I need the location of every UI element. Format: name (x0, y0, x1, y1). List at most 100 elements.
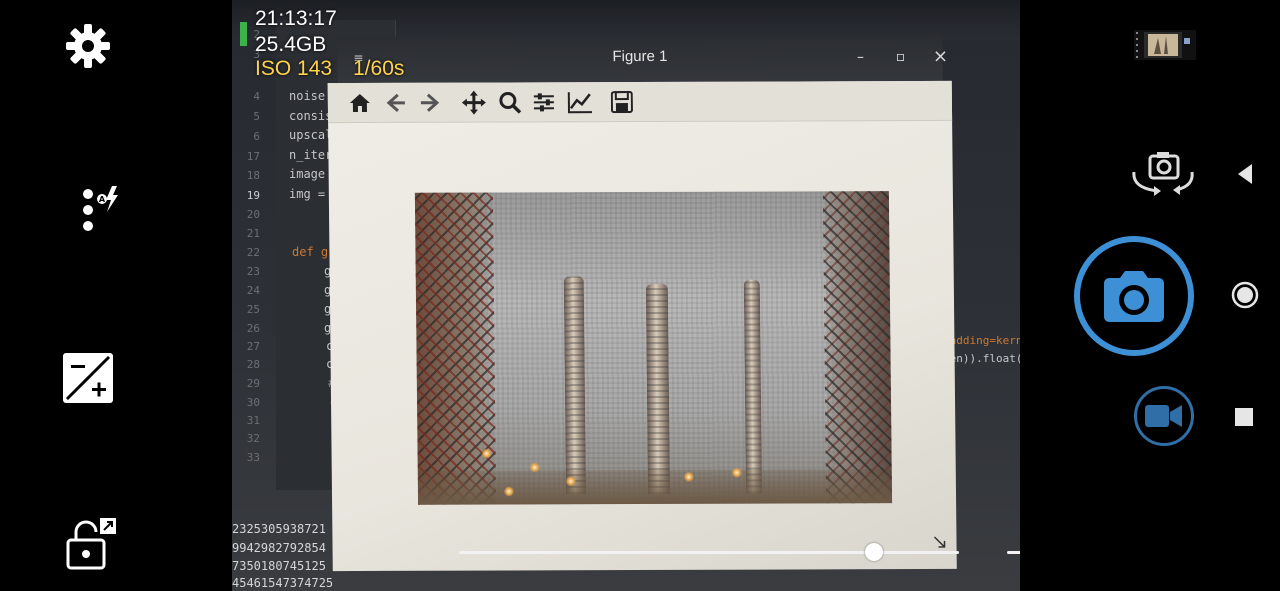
code-line: img = (289, 187, 326, 201)
image-ground (417, 469, 893, 505)
nav-home-button[interactable] (1230, 280, 1260, 310)
line-number: 24 (246, 284, 260, 297)
image-highlight (503, 486, 515, 497)
lock-exposure-icon (66, 518, 116, 570)
configure-subplots-button[interactable] (530, 88, 558, 116)
gallery-button[interactable] (1134, 28, 1196, 62)
camera-viewfinder: 2 3 4 5 6 17 18 19 20 21 22 23 24 25 26 … (232, 0, 1020, 591)
figure-toolbar (327, 80, 953, 124)
clock-time: 21:13:17 (255, 7, 337, 30)
exposure-lock-button[interactable] (64, 516, 118, 572)
shutter-speed-readout: 1/60s (353, 57, 405, 80)
flash-auto-icon: A (83, 186, 118, 231)
nav-back-button[interactable] (1234, 162, 1256, 186)
console-line: 45461547374725 (232, 576, 334, 590)
zoom-slider-track[interactable] (459, 551, 959, 554)
line-number: 26 (246, 322, 260, 335)
iso-readout: ISO 143 (255, 57, 333, 80)
line-number: 6 (253, 130, 260, 143)
line-number: 19 (246, 189, 260, 202)
image-highlight (683, 471, 694, 482)
home-icon (349, 93, 370, 113)
figure-titlebar: ≡ Figure 1 – ▫ × (337, 34, 948, 84)
zoom-slider-knob[interactable] (865, 543, 883, 561)
console-line: 2325305938721 (232, 522, 326, 536)
maximize-button[interactable]: ▫ (890, 47, 910, 67)
back-button[interactable] (382, 89, 410, 117)
line-number: 5 (253, 110, 260, 123)
figure-canvas (327, 80, 957, 572)
image-column (563, 276, 586, 495)
figure-window: ≡ Figure 1 – ▫ × (327, 34, 957, 572)
storage-level-bar (240, 22, 247, 46)
console-line: 7350180745125 (232, 559, 326, 573)
minimize-button[interactable]: – (850, 47, 870, 67)
line-number: 23 (246, 265, 260, 278)
line-number: 32 (246, 432, 260, 445)
exposure-button[interactable] (62, 352, 114, 404)
console-line: 9942982792854 (232, 541, 326, 555)
gallery-thumbnail-icon (1134, 30, 1196, 60)
line-number: 20 (246, 208, 260, 221)
line-number: 28 (246, 358, 260, 371)
plotted-image (414, 191, 893, 505)
left-control-bar: A (0, 0, 232, 591)
line-number: 21 (246, 227, 260, 240)
camera-shutter-icon (1093, 255, 1175, 337)
gear-icon (66, 24, 110, 68)
line-number: 17 (246, 150, 260, 163)
line-number: 33 (246, 451, 260, 464)
edit-axes-button[interactable] (566, 88, 594, 116)
floppy-disk-icon (610, 91, 633, 114)
code-fragment-text: padding=kern (943, 334, 1020, 347)
line-number: 25 (246, 303, 260, 316)
switch-camera-icon (1132, 152, 1194, 196)
switch-camera-button[interactable] (1128, 148, 1198, 200)
code-line: n_iter (289, 148, 333, 162)
shutter-button[interactable] (1074, 236, 1194, 356)
image-column (743, 279, 763, 494)
nav-recent-button[interactable] (1235, 408, 1253, 426)
line-number: 22 (246, 246, 260, 259)
close-button[interactable]: × (930, 46, 950, 67)
image-highlight (529, 462, 540, 473)
line-number: 29 (246, 377, 260, 390)
line-number: 18 (246, 169, 260, 182)
video-record-icon (1145, 405, 1182, 427)
arrow-right-icon (420, 93, 440, 112)
code-line: upscal (289, 128, 333, 142)
image-tower-right (822, 191, 893, 504)
exposure-plus-minus-icon (63, 353, 113, 403)
settings-button[interactable] (62, 20, 114, 72)
resize-grip-icon[interactable] (932, 535, 946, 549)
code-line: consis (289, 109, 333, 123)
zoom-button[interactable] (496, 88, 524, 116)
line-number: 31 (246, 414, 260, 427)
right-control-bar (1020, 0, 1280, 591)
nav-home-icon (1231, 281, 1259, 309)
magnifier-icon (499, 91, 522, 114)
line-number: 4 (253, 90, 260, 103)
line-number: 30 (246, 396, 260, 409)
image-highlight (481, 448, 492, 459)
home-button[interactable] (346, 89, 374, 117)
line-chart-icon (567, 92, 593, 114)
flash-mode-button[interactable]: A (76, 182, 124, 238)
sliders-icon (533, 93, 554, 112)
video-record-button[interactable] (1134, 386, 1194, 446)
code-line: noise (289, 89, 326, 103)
move-icon (461, 90, 486, 115)
image-column (645, 283, 671, 494)
code-line: image (289, 167, 326, 181)
pan-button[interactable] (460, 89, 488, 117)
image-highlight (731, 467, 742, 478)
storage-free: 25.4GB (255, 33, 327, 56)
line-number: 27 (246, 340, 260, 353)
forward-button[interactable] (416, 89, 444, 117)
arrow-left-icon (386, 93, 405, 112)
code-fragment: padding=kern (943, 334, 1020, 347)
save-button[interactable] (608, 88, 636, 116)
svg-text:A: A (99, 195, 106, 204)
image-highlight (565, 476, 576, 487)
nav-back-icon (1238, 164, 1252, 184)
